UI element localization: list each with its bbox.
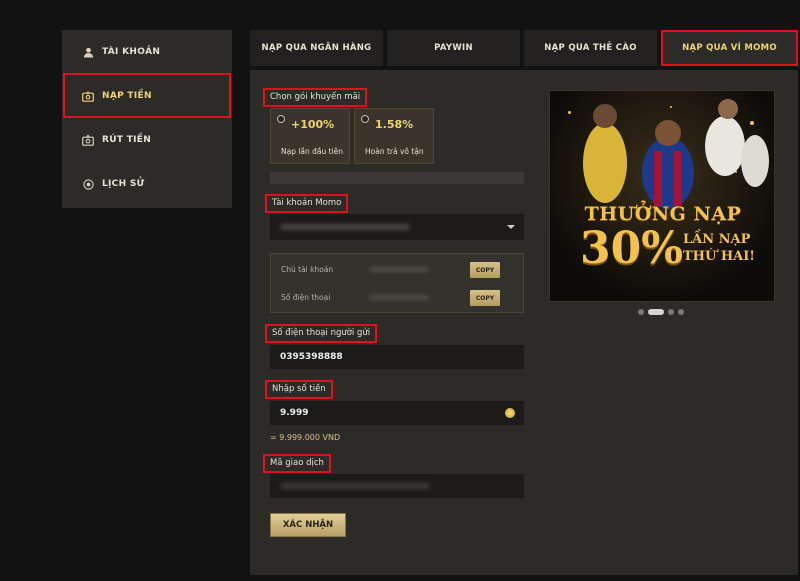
banner-subtitle: LẦN NẠP THỨ HAI! — [683, 231, 755, 265]
blurred-transaction-code — [280, 483, 430, 489]
copy-owner-button[interactable]: COPY — [470, 262, 500, 278]
promo-value: 1.58% — [375, 118, 414, 131]
sender-phone-input[interactable]: 0395398888 — [270, 345, 524, 369]
tab-card[interactable]: NẠP QUA THẺ CÀO — [524, 30, 657, 66]
user-icon — [82, 46, 94, 58]
amount-label: Nhập số tiền — [265, 380, 333, 399]
promo-banner[interactable]: THƯỞNG NẠP 30% LẦN NẠP THỨ HAI! — [549, 90, 775, 302]
transaction-code-label: Mã giao dịch — [263, 454, 331, 473]
amount-converted: = 9.999.000 VND — [270, 433, 341, 442]
promo-option-rebate[interactable]: 1.58% Hoàn trả vô tận — [354, 108, 434, 164]
carousel-dots — [638, 309, 684, 315]
transaction-code-input[interactable] — [270, 474, 524, 498]
banner-percent: 30% — [580, 223, 684, 274]
deposit-method-tabs: NẠP QUA NGÂN HÀNG PAYWIN NẠP QUA THẺ CÀO… — [250, 30, 798, 66]
momo-account-select[interactable] — [270, 214, 524, 240]
coin-icon — [505, 408, 515, 418]
tab-bank[interactable]: NẠP QUA NGÂN HÀNG — [250, 30, 383, 66]
sender-phone-label: Số điện thoại người gửi — [265, 324, 378, 343]
promo-label: Chọn gói khuyến mãi — [263, 88, 368, 107]
confirm-button[interactable]: XÁC NHẬN — [270, 513, 346, 537]
amount-value: 9.999 — [280, 408, 309, 418]
sidebar-item-history[interactable]: LỊCH SỬ — [62, 162, 232, 206]
tab-momo[interactable]: NẠP QUA VÍ MOMO — [661, 30, 798, 66]
banner-title: THƯỞNG NẠP — [584, 203, 742, 225]
carousel-dot[interactable] — [638, 309, 644, 315]
history-icon — [82, 178, 94, 190]
promo-option-first-deposit[interactable]: +100% Nạp lần đầu tiên — [270, 108, 350, 164]
chevron-down-icon — [507, 225, 515, 229]
blurred-account-value — [280, 224, 410, 230]
tab-paywin[interactable]: PAYWIN — [387, 30, 520, 66]
blurred-owner-value — [369, 267, 429, 272]
sidebar-item-deposit[interactable]: NẠP TIỀN — [62, 74, 232, 118]
football-players-image — [583, 99, 769, 209]
promo-desc: Hoàn trả vô tận — [365, 147, 424, 156]
account-phone-label: Số điện thoại — [281, 293, 331, 302]
promo-desc: Nạp lần đầu tiên — [281, 147, 344, 156]
carousel-dot-active[interactable] — [648, 309, 664, 315]
amount-input[interactable]: 9.999 — [270, 401, 524, 425]
momo-account-info: Chủ tài khoản COPY Số điện thoại COPY — [270, 253, 524, 313]
promo-radio[interactable] — [277, 115, 285, 123]
sidebar-item-label: NẠP TIỀN — [102, 91, 152, 101]
sidebar-item-withdraw[interactable]: RÚT TIỀN — [62, 118, 232, 162]
promo-value: +100% — [291, 118, 335, 131]
sidebar-item-label: TÀI KHOẢN — [102, 47, 161, 57]
sidebar-item-label: LỊCH SỬ — [102, 179, 145, 189]
account-owner-label: Chủ tài khoản — [281, 265, 334, 274]
sender-phone-value: 0395398888 — [280, 352, 343, 362]
momo-account-label: Tài khoản Momo — [265, 194, 349, 213]
deposit-icon — [82, 90, 94, 102]
sidebar-item-label: RÚT TIỀN — [102, 135, 152, 145]
withdraw-icon — [82, 134, 94, 146]
banner-subtitle-line1: LẦN NẠP — [683, 232, 751, 247]
sidebar-item-account[interactable]: TÀI KHOẢN — [62, 30, 232, 74]
banner-subtitle-line2: THỨ HAI! — [683, 249, 755, 264]
carousel-dot[interactable] — [678, 309, 684, 315]
account-sidebar: TÀI KHOẢN NẠP TIỀN RÚT TIỀN LỊCH SỬ — [62, 30, 232, 208]
promo-info-bar — [270, 172, 524, 184]
blurred-phone-value — [369, 295, 429, 300]
carousel-dot[interactable] — [668, 309, 674, 315]
copy-phone-button[interactable]: COPY — [470, 290, 500, 306]
promo-radio[interactable] — [361, 115, 369, 123]
